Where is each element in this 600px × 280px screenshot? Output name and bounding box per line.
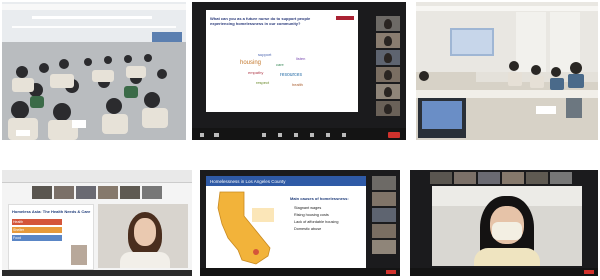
slide: Homeless Asia: The Health Needs & Care H…	[8, 204, 94, 270]
california-map-icon	[217, 191, 274, 265]
participant-strip	[376, 16, 400, 122]
question-text: What can you as a future nurse do to sup…	[210, 16, 311, 26]
speaker-video	[432, 186, 582, 266]
slide-title: Homeless Asia: The Health Needs & Care	[12, 209, 91, 214]
photo-lecture-hall	[2, 2, 186, 140]
participant-strip	[372, 176, 396, 268]
meeting-toolbar	[410, 268, 598, 276]
shared-slide: What can you as a future nurse do to sup…	[206, 10, 358, 112]
lecture-hall-scene	[2, 2, 186, 140]
zoom-screenshot-la-county: Homelessness in Los Angeles County Main …	[200, 170, 400, 276]
meeting-toolbar	[200, 268, 400, 276]
photo-group-classroom	[416, 2, 598, 140]
slide-row-label: Food	[13, 236, 21, 240]
face-mask	[492, 222, 522, 240]
zoom-screenshot-presentation: Homeless Asia: The Health Needs & Care H…	[2, 170, 192, 276]
meeting-toolbar	[2, 270, 192, 276]
wordcloud-word: health	[292, 82, 303, 87]
wordcloud-word: respect	[256, 80, 270, 85]
wordcloud-word: listen	[296, 56, 305, 61]
wordcloud-word: support	[258, 52, 272, 57]
bullet-item: Domestic abuse	[294, 227, 322, 231]
shared-slide: Homelessness in Los Angeles County Main …	[206, 176, 366, 268]
meeting-toolbar	[192, 128, 406, 140]
zoom-screenshot-wordcloud: What can you as a future nurse do to sup…	[192, 2, 406, 140]
participant-row	[32, 186, 162, 199]
browser-bar	[2, 170, 192, 183]
group-classroom-scene	[416, 2, 598, 140]
wordcloud-word: housing	[240, 60, 261, 66]
slide-row-label: Shelter	[13, 228, 25, 232]
bullet-heading: Main causes of homelessness:	[290, 196, 349, 201]
wordcloud-word: care	[276, 62, 285, 67]
logo-mark	[336, 16, 354, 20]
wordcloud-word: empathy	[248, 70, 263, 75]
word-cloud: support housing care listen empathy reso…	[240, 52, 305, 87]
slide-row-label: Health	[13, 220, 24, 224]
bullet-item: Stagnant wages	[294, 206, 322, 210]
slide-title: Homelessness in Los Angeles County	[210, 179, 286, 184]
bullet-item: Rising housing costs	[294, 213, 329, 217]
bullet-item: Lack of affordable housing	[294, 220, 339, 224]
webcam-participant	[98, 204, 188, 268]
zoom-screenshot-speaker	[410, 170, 598, 276]
wordcloud-word: resources	[280, 72, 302, 78]
participant-row	[430, 172, 580, 184]
